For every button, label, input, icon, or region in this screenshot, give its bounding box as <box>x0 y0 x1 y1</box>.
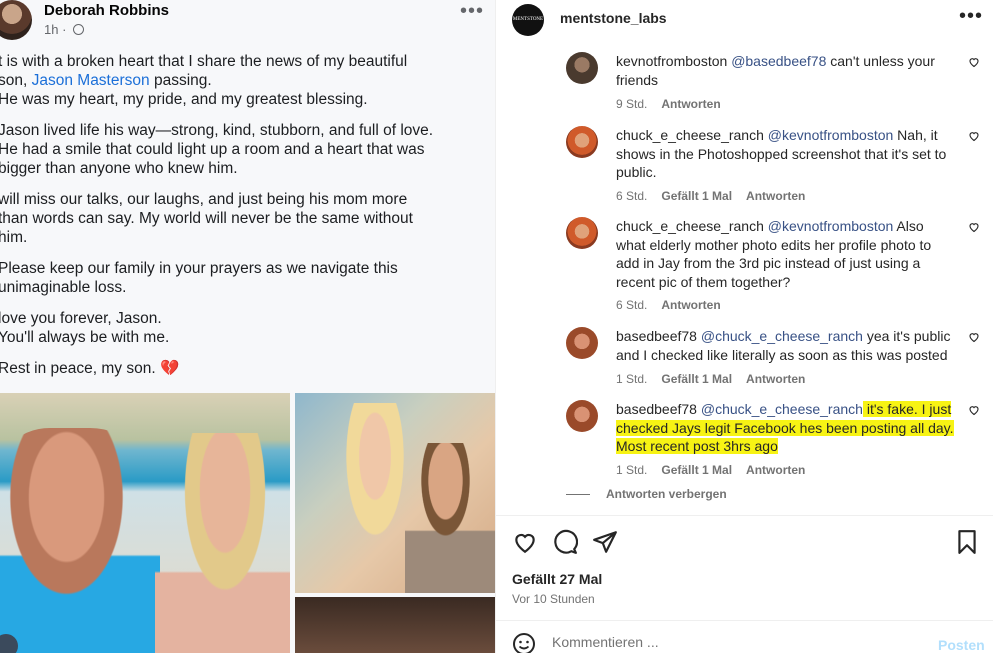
post-timestamp: Vor 10 Stunden <box>512 592 595 606</box>
fb-post-text: t is with a broken heart that I share th… <box>0 52 458 390</box>
post-comment-button[interactable]: Posten <box>938 637 985 653</box>
comment: basedbeef78 @chuck_e_cheese_ranch it's f… <box>566 400 986 480</box>
fb-paragraph: will miss our talks, our laughs, and jus… <box>0 191 413 246</box>
like-heart-icon[interactable] <box>512 529 538 555</box>
fb-author-avatar <box>0 0 32 40</box>
fb-paragraph: t is with a broken heart that I share th… <box>0 53 408 108</box>
facebook-post-screenshot: Deborah Robbins 1h · ••• t is with a bro… <box>0 0 495 653</box>
bookmark-icon[interactable] <box>954 529 980 555</box>
fb-photo-couple <box>0 393 290 653</box>
reply-button[interactable]: Antworten <box>746 463 805 477</box>
fb-paragraph: Rest in peace, my son. 💔 <box>0 360 180 377</box>
fb-more-icon: ••• <box>460 0 485 22</box>
fb-paragraph: Please keep our family in your prayers a… <box>0 260 398 296</box>
comment-mention[interactable]: @kevnotfromboston <box>768 218 894 234</box>
reply-button[interactable]: Antworten <box>661 97 720 111</box>
fb-author-name: Deborah Robbins <box>44 2 170 19</box>
commenter-avatar[interactable] <box>566 327 598 359</box>
globe-icon <box>73 24 85 35</box>
fb-photo-third <box>295 597 495 653</box>
comment-time: 1 Std. <box>616 372 648 386</box>
comment-username[interactable]: chuck_e_cheese_ranch <box>616 127 764 143</box>
heart-icon[interactable] <box>968 331 980 343</box>
comment-likes[interactable]: Gefällt 1 Mal <box>661 372 732 386</box>
commenter-avatar[interactable] <box>566 52 598 84</box>
post-actions <box>512 529 982 557</box>
heart-icon[interactable] <box>968 221 980 233</box>
heart-icon[interactable] <box>968 130 980 142</box>
ig-header: MENTSTONE LABS mentstone_labs ••• <box>496 0 993 40</box>
comment-time: 6 Std. <box>616 298 648 312</box>
comment-mention[interactable]: @kevnotfromboston <box>768 127 894 143</box>
broken-heart-emoji: 💔 <box>159 360 180 377</box>
comment-time: 6 Std. <box>616 189 648 203</box>
account-name[interactable]: mentstone_labs <box>560 10 667 26</box>
commenter-avatar[interactable] <box>566 126 598 158</box>
comment-mention[interactable]: @chuck_e_cheese_ranch <box>701 401 863 417</box>
comment-likes[interactable]: Gefällt 1 Mal <box>661 463 732 477</box>
comment: kevnotfromboston @basedbeef78 can't unle… <box>566 52 986 112</box>
fb-post-header: Deborah Robbins 1h · ••• <box>0 0 495 44</box>
comment-mention[interactable]: @chuck_e_cheese_ranch <box>701 328 863 344</box>
emoji-icon[interactable] <box>512 632 536 653</box>
comment-username[interactable]: kevnotfromboston <box>616 53 727 69</box>
reply-button[interactable]: Antworten <box>661 298 720 312</box>
commenter-avatar[interactable] <box>566 217 598 249</box>
comment: chuck_e_cheese_ranch @kevnotfromboston A… <box>566 217 986 317</box>
comment-likes[interactable]: Gefällt 1 Mal <box>661 189 732 203</box>
comment-time: 1 Std. <box>616 463 648 477</box>
fb-paragraph: Jason lived life his way—strong, kind, s… <box>0 122 434 177</box>
fb-photo-mother-son <box>295 393 495 593</box>
comment-username[interactable]: chuck_e_cheese_ranch <box>616 218 764 234</box>
fb-post-time: 1h <box>44 22 59 37</box>
commenter-avatar[interactable] <box>566 400 598 432</box>
comment-input[interactable] <box>552 634 912 650</box>
comment: chuck_e_cheese_ranch @kevnotfromboston N… <box>566 126 986 206</box>
reply-button[interactable]: Antworten <box>746 372 805 386</box>
divider <box>496 620 993 621</box>
more-options-icon[interactable]: ••• <box>959 5 983 28</box>
fb-post-meta: 1h · <box>44 22 85 37</box>
reply-button[interactable]: Antworten <box>746 189 805 203</box>
account-avatar[interactable]: MENTSTONE LABS <box>512 4 544 36</box>
hide-replies-button[interactable]: Antworten verbergen <box>566 487 727 501</box>
comment: basedbeef78 @chuck_e_cheese_ranch yea it… <box>566 327 986 387</box>
comment-mention[interactable]: @basedbeef78 <box>731 53 826 69</box>
instagram-comments-panel: MENTSTONE LABS mentstone_labs ••• kevnot… <box>495 0 993 653</box>
comment-username[interactable]: basedbeef78 <box>616 401 697 417</box>
heart-icon[interactable] <box>968 404 980 416</box>
divider <box>496 515 993 516</box>
likes-count[interactable]: Gefällt 27 Mal <box>512 571 602 587</box>
share-paper-plane-icon[interactable] <box>592 529 618 555</box>
comment-time: 9 Std. <box>616 97 648 111</box>
fb-paragraph: love you forever, Jason. You'll always b… <box>0 310 170 346</box>
comment-bubble-icon[interactable] <box>552 529 578 555</box>
heart-icon[interactable] <box>968 56 980 68</box>
comment-username[interactable]: basedbeef78 <box>616 328 697 344</box>
fb-profile-link: Jason Masterson <box>31 72 150 89</box>
